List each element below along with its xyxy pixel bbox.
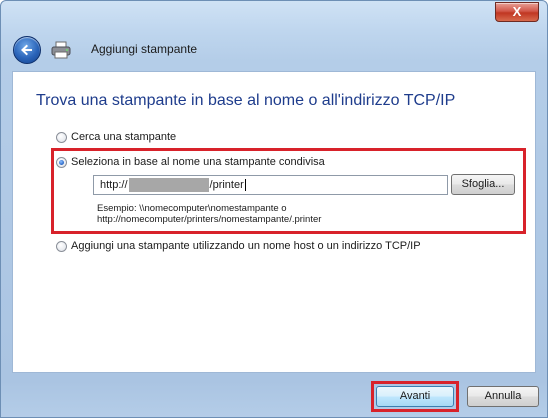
title-bar: X	[1, 1, 547, 27]
close-icon: X	[512, 4, 522, 19]
radio-tcpip-host[interactable]	[56, 240, 67, 252]
back-arrow-icon	[21, 44, 32, 56]
window-title: Aggiungi stampante	[91, 42, 198, 56]
radio-search-printer[interactable]	[56, 131, 67, 143]
highlight-shared-printer-section	[51, 148, 526, 234]
back-button[interactable]	[13, 36, 41, 64]
highlight-next-button	[371, 381, 459, 412]
printer-icon	[51, 41, 71, 59]
add-printer-window: X Aggiungi stampante Trova una stampante…	[0, 0, 548, 418]
cancel-button[interactable]: Annulla	[467, 386, 539, 407]
option-label: Cerca una stampante	[71, 131, 177, 143]
option-label: Aggiungi una stampante utilizzando un no…	[71, 240, 421, 252]
page-heading: Trova una stampante in base al nome o al…	[36, 92, 456, 109]
option-tcpip-host[interactable]: Aggiungi una stampante utilizzando un no…	[56, 240, 421, 252]
content-panel: Trova una stampante in base al nome o al…	[12, 71, 536, 373]
option-search-printer[interactable]: Cerca una stampante	[56, 131, 176, 143]
close-button[interactable]: X	[495, 2, 539, 22]
navigation-bar: Aggiungi stampante	[1, 27, 547, 71]
